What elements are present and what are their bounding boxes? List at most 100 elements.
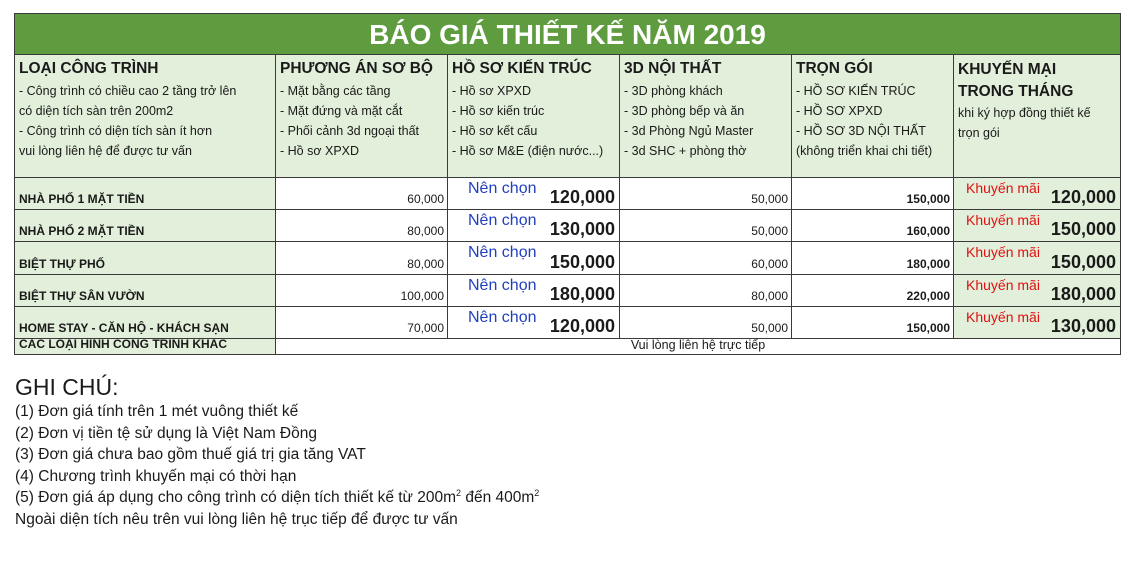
- price-value: 150,000: [1050, 219, 1116, 239]
- header-line: - 3D phòng bếp và ăn: [624, 104, 745, 118]
- header-title: TRONG THÁNG: [958, 83, 1074, 100]
- header-tron-goi: TRỌN GÓI - HỒ SƠ KIẾN TRÚC - HỒ SƠ XPXD …: [792, 55, 954, 178]
- other-types-label: CÁC LOẠI HÌNH CÔNG TRÌNH KHÁC: [15, 339, 276, 354]
- price-kien-truc: Nên chọn 120,000: [448, 178, 620, 210]
- superscript: 2: [534, 487, 540, 498]
- price-so-bo: 70,000: [276, 307, 448, 339]
- price-kien-truc: Nên chọn 130,000: [448, 210, 620, 242]
- promo-label: Khuyến mãi: [966, 309, 1040, 325]
- note-line: (1) Đơn giá tính trên 1 mét vuông thiết …: [15, 403, 299, 420]
- price-noi-that: 50,000: [620, 210, 792, 242]
- row-type: BIỆT THỰ PHỐ: [15, 242, 276, 275]
- note-line: (3) Đơn giá chưa bao gồm thuế giá trị gi…: [15, 446, 366, 463]
- header-title: LOẠI CÔNG TRÌNH: [19, 60, 159, 77]
- price-value: 150,000: [1050, 252, 1116, 272]
- price-so-bo: 60,000: [276, 178, 448, 210]
- price-khuyen-mai: Khuyến mãi 120,000: [954, 178, 1120, 210]
- header-title: KHUYẾN MẠI: [958, 61, 1057, 78]
- notes-heading: GHI CHÚ:: [15, 374, 119, 400]
- price-noi-that: 50,000: [620, 307, 792, 339]
- header-line: - HỒ SƠ 3D NỘI THẤT: [796, 124, 926, 138]
- recommend-label: Nên chọn: [468, 212, 537, 229]
- recommend-label: Nên chọn: [468, 244, 537, 261]
- price-value: 130,000: [1050, 316, 1116, 336]
- price-kien-truc: Nên chọn 150,000: [448, 242, 620, 275]
- header-line: - Hồ sơ kiến trúc: [452, 104, 545, 118]
- price-khuyen-mai: Khuyến mãi 150,000: [954, 210, 1120, 242]
- note-line: (4) Chương trình khuyến mại có thời hạn: [15, 467, 297, 485]
- header-title: TRỌN GÓI: [796, 60, 873, 77]
- promo-label: Khuyến mãi: [966, 180, 1040, 196]
- price-tron-goi: 160,000: [792, 210, 954, 242]
- note-text: đến 400m: [461, 489, 535, 506]
- recommend-label: Nên chọn: [468, 309, 537, 326]
- price-value: 120,000: [549, 187, 615, 207]
- header-line: - 3d Phòng Ngủ Master: [624, 124, 754, 138]
- promo-label: Khuyến mãi: [966, 212, 1040, 228]
- header-line: - Hồ sơ XPXD: [452, 84, 532, 98]
- price-khuyen-mai: Khuyến mãi 180,000: [954, 275, 1120, 307]
- header-line: - Mặt đứng và mặt cắt: [280, 104, 403, 118]
- recommend-label: Nên chọn: [468, 180, 537, 197]
- price-value: 120,000: [1050, 187, 1116, 207]
- header-line: vui lòng liên hệ để được tư vấn: [19, 144, 192, 158]
- note-line: Ngoài diện tích nêu trên vui lòng liên h…: [15, 510, 458, 528]
- note-line: (2) Đơn vị tiền tệ sử dụng là Việt Nam Đ…: [15, 424, 317, 442]
- header-line: khi ký hợp đồng thiết kế: [958, 106, 1091, 120]
- price-noi-that: 80,000: [620, 275, 792, 307]
- header-line: trọn gói: [958, 126, 1000, 140]
- note-line: (5) Đơn giá áp dụng cho công trình có di…: [15, 487, 1115, 509]
- row-type: BIỆT THỰ SÂN VƯỜN: [15, 275, 276, 307]
- recommend-label: Nên chọn: [468, 277, 537, 294]
- header-line: - HỒ SƠ KIẾN TRÚC: [796, 84, 916, 98]
- note-text: (5) Đơn giá áp dụng cho công trình có di…: [15, 489, 457, 506]
- header-khuyen-mai: KHUYẾN MẠI TRONG THÁNG khi ký hợp đồng t…: [954, 55, 1120, 178]
- price-tron-goi: 150,000: [792, 307, 954, 339]
- notes-section: GHI CHÚ: (1) Đơn giá tính trên 1 mét vuô…: [15, 373, 1115, 530]
- header-ho-so-kien-truc: HỒ SƠ KIẾN TRÚC - Hồ sơ XPXD - Hồ sơ kiế…: [448, 55, 620, 178]
- row-type: NHÀ PHỐ 1 MẶT TIỀN: [15, 178, 276, 210]
- price-table: BÁO GIÁ THIẾT KẾ NĂM 2019 LOẠI CÔNG TRÌN…: [14, 13, 1121, 355]
- header-line: - HỒ SƠ XPXD: [796, 104, 883, 118]
- price-tron-goi: 180,000: [792, 242, 954, 275]
- header-line: - Phối cảnh 3d ngoại thất: [280, 124, 419, 138]
- other-types-note: Vui lòng liên hệ trực tiếp: [276, 339, 1120, 354]
- header-line: - Công trình có chiều cao 2 tầng trở lên: [19, 84, 237, 98]
- price-value: 130,000: [549, 219, 615, 239]
- header-line: - Mặt bằng các tầng: [280, 84, 391, 98]
- promo-label: Khuyến mãi: [966, 277, 1040, 293]
- price-tron-goi: 150,000: [792, 178, 954, 210]
- price-kien-truc: Nên chọn 120,000: [448, 307, 620, 339]
- header-line: có diện tích sàn trên 200m2: [19, 104, 174, 118]
- header-line: - Hồ sơ M&E (điện nước...): [452, 144, 604, 158]
- table-title: BÁO GIÁ THIẾT KẾ NĂM 2019: [15, 14, 1120, 55]
- price-so-bo: 80,000: [276, 210, 448, 242]
- header-title: 3D NỘI THẤT: [624, 60, 722, 77]
- header-line: - 3d SHC + phòng thờ: [624, 144, 747, 158]
- header-line: - Hồ sơ XPXD: [280, 144, 360, 158]
- header-title: PHƯƠNG ÁN SƠ BỘ: [280, 60, 433, 77]
- price-value: 150,000: [549, 252, 615, 272]
- promo-label: Khuyến mãi: [966, 244, 1040, 260]
- header-title: HỒ SƠ KIẾN TRÚC: [452, 60, 592, 77]
- price-kien-truc: Nên chọn 180,000: [448, 275, 620, 307]
- price-value: 180,000: [549, 284, 615, 304]
- header-line: (không triển khai chi tiết): [796, 144, 933, 158]
- header-phuong-an-so-bo: PHƯƠNG ÁN SƠ BỘ - Mặt bằng các tầng - Mặ…: [276, 55, 448, 178]
- price-khuyen-mai: Khuyến mãi 150,000: [954, 242, 1120, 275]
- row-type: NHÀ PHỐ 2 MẶT TIỀN: [15, 210, 276, 242]
- price-value: 180,000: [1050, 284, 1116, 304]
- price-so-bo: 100,000: [276, 275, 448, 307]
- price-tron-goi: 220,000: [792, 275, 954, 307]
- price-noi-that: 60,000: [620, 242, 792, 275]
- price-noi-that: 50,000: [620, 178, 792, 210]
- price-value: 120,000: [549, 316, 615, 336]
- header-line: - Công trình có diện tích sàn ít hơn: [19, 124, 213, 138]
- header-line: - Hồ sơ kết cấu: [452, 124, 538, 138]
- header-loai-cong-trinh: LOẠI CÔNG TRÌNH - Công trình có chiều ca…: [15, 55, 276, 178]
- price-so-bo: 80,000: [276, 242, 448, 275]
- price-khuyen-mai: Khuyến mãi 130,000: [954, 307, 1120, 339]
- row-type: HOME STAY - CĂN HỘ - KHÁCH SẠN: [15, 307, 276, 339]
- header-3d-noi-that: 3D NỘI THẤT - 3D phòng khách - 3D phòng …: [620, 55, 792, 178]
- header-line: - 3D phòng khách: [624, 84, 723, 98]
